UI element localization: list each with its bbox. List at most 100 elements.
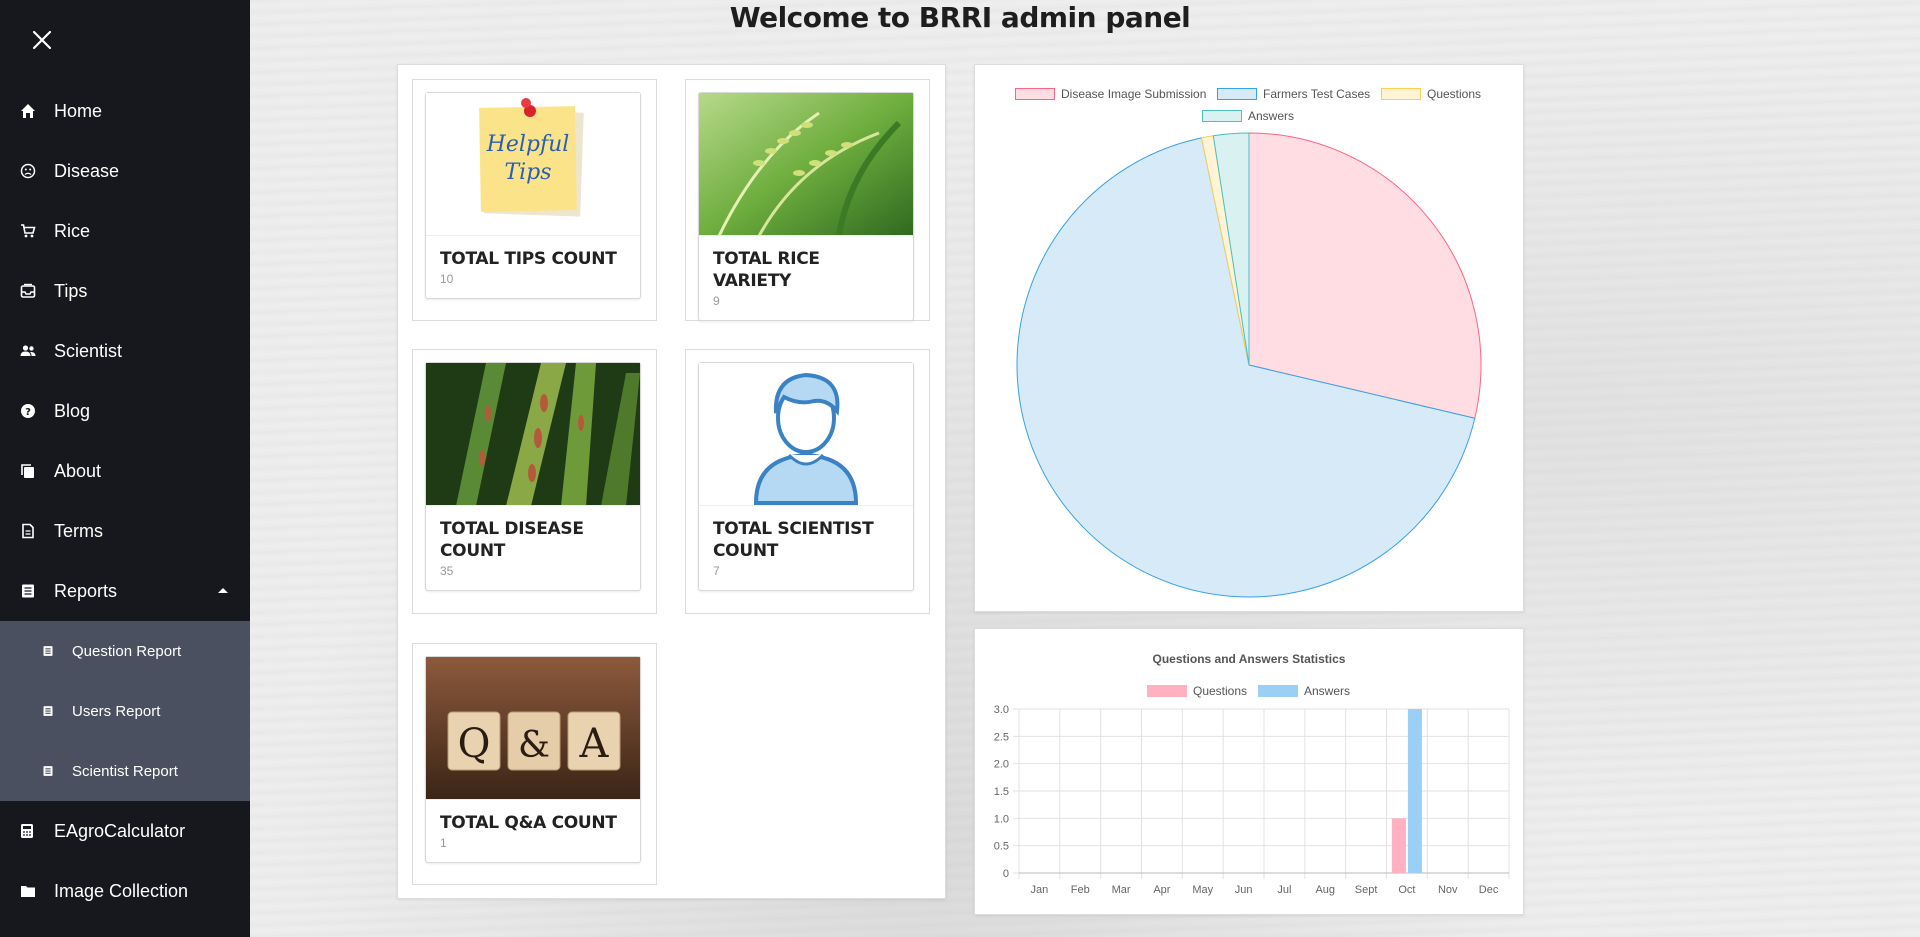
sidebar-item-eagrocalculator[interactable]: EAgroCalculator	[0, 801, 250, 861]
sidebar: Home Disease Rice Tips Scientist ? Blog …	[0, 0, 250, 937]
home-icon	[20, 103, 54, 119]
x-tick-label: Aug	[1315, 884, 1335, 896]
svg-text:Tips: Tips	[504, 160, 551, 185]
sidebar-item-disease[interactable]: Disease	[0, 141, 250, 201]
sidebar-subitem-users-report[interactable]: Users Report	[0, 681, 250, 741]
card-title: TOTAL TIPS COUNT	[440, 249, 617, 269]
sidebar-item-tips[interactable]: Tips	[0, 261, 250, 321]
sidebar-nav: Home Disease Rice Tips Scientist ? Blog …	[0, 81, 250, 921]
page-title: Welcome to BRRI admin panel	[729, 1, 1191, 34]
copy-icon	[20, 463, 54, 479]
sidebar-subitem-question-report[interactable]: Question Report	[0, 621, 250, 681]
card-wrapper: Q & A TOTAL Q&A COUNT 1	[412, 643, 657, 885]
card-value: 35	[440, 564, 454, 578]
sidebar-item-label: Reports	[54, 580, 118, 601]
sidebar-item-label: Disease	[54, 160, 120, 181]
sidebar-item-label: Tips	[54, 280, 88, 301]
x-tick-label: Oct	[1398, 884, 1415, 896]
helpful-tips-image: Helpful Tips	[426, 93, 640, 236]
bar-chart: 0 0.5 1.0 1.5 2.0 2.5 3.0 Jan Feb Mar Apr May Jun Jul…	[994, 704, 1510, 896]
sidebar-item-reports[interactable]: Reports	[0, 561, 250, 621]
q-letter: Q	[458, 721, 491, 767]
x-tick-label: Nov	[1438, 884, 1458, 896]
pie-chart-panel: Disease Image Submission Farmers Test Ca…	[974, 64, 1524, 612]
pie-chart	[1016, 132, 1482, 598]
sidebar-item-home[interactable]: Home	[0, 81, 250, 141]
sidebar-item-label: Image Collection	[54, 880, 189, 901]
report-icon	[20, 583, 54, 599]
inbox-icon	[20, 283, 54, 299]
a-letter: A	[579, 721, 610, 767]
sidebar-item-label: Home	[54, 100, 103, 121]
cart-icon	[20, 223, 54, 239]
sidebar-item-label: Scientist	[54, 340, 123, 361]
disease-count-card[interactable]: TOTAL DISEASE COUNT 35	[425, 362, 641, 591]
svg-text:?: ?	[25, 407, 31, 418]
x-tick-label: Jun	[1235, 884, 1253, 896]
x-tick-label: Sept	[1355, 884, 1378, 896]
sidebar-item-label: Rice	[54, 220, 91, 241]
qa-count-card[interactable]: Q & A TOTAL Q&A COUNT 1	[425, 656, 641, 863]
x-tick-label: Feb	[1071, 884, 1090, 896]
x-tick-label: Jan	[1031, 884, 1049, 896]
people-icon	[20, 344, 54, 358]
calculator-icon	[20, 823, 54, 839]
sidebar-subitem-scientist-report[interactable]: Scientist Report	[0, 741, 250, 801]
sidebar-item-label: About	[54, 460, 102, 481]
rice-disease-image	[426, 363, 640, 506]
x-tick-label: Mar	[1112, 884, 1131, 896]
svg-text:Helpful: Helpful	[486, 132, 570, 157]
user-avatar-image	[699, 363, 913, 506]
sidebar-item-rice[interactable]: Rice	[0, 201, 250, 261]
x-tick-label: Jul	[1277, 884, 1291, 896]
card-value: 1	[440, 836, 447, 850]
sidebar-subitem-label: Scientist Report	[72, 762, 178, 780]
report-icon	[42, 645, 72, 657]
card-title: TOTAL DISEASE COUNT	[440, 519, 584, 561]
sidebar-item-terms[interactable]: Terms	[0, 501, 250, 561]
card-title: TOTAL Q&A COUNT	[440, 813, 617, 833]
card-wrapper: TOTAL SCIENTIST COUNT 7	[685, 349, 930, 614]
card-title: TOTAL RICE VARIETY	[713, 249, 820, 291]
sidebar-item-blog[interactable]: ? Blog	[0, 381, 250, 441]
sidebar-item-image-collection[interactable]: Image Collection	[0, 861, 250, 921]
x-tick-label: Apr	[1153, 884, 1170, 896]
sidebar-item-scientist[interactable]: Scientist	[0, 321, 250, 381]
bar-questions-oct[interactable]	[1391, 818, 1406, 873]
y-tick-label: 2.5	[994, 731, 1009, 743]
qa-blocks-image: Q & A	[426, 657, 640, 800]
rice-plant-image	[699, 93, 913, 236]
card-wrapper: Helpful Tips TOTAL TIPS COUNT 10	[412, 79, 657, 321]
close-icon[interactable]	[28, 26, 56, 54]
report-icon	[42, 765, 72, 777]
y-tick-label: 2.0	[994, 759, 1009, 771]
ampersand-letter: &	[518, 725, 550, 766]
bar-answers-oct[interactable]	[1407, 709, 1422, 873]
y-tick-label: 0	[1003, 868, 1009, 880]
y-tick-label: 3.0	[994, 704, 1009, 716]
sidebar-subitem-label: Users Report	[72, 702, 161, 720]
card-wrapper: TOTAL RICE VARIETY 9	[685, 79, 930, 321]
scientist-count-card[interactable]: TOTAL SCIENTIST COUNT 7	[698, 362, 914, 591]
sidebar-item-about[interactable]: About	[0, 441, 250, 501]
card-value: 9	[713, 294, 720, 308]
report-icon	[42, 705, 72, 717]
x-tick-label: May	[1192, 884, 1213, 896]
y-tick-label: 0.5	[994, 841, 1009, 853]
x-tick-label: Dec	[1479, 884, 1499, 896]
sad-face-icon	[20, 163, 54, 179]
card-title: TOTAL SCIENTIST COUNT	[713, 519, 874, 561]
card-value: 10	[440, 272, 454, 286]
card-value: 7	[713, 564, 720, 578]
folder-icon	[20, 884, 54, 898]
reports-submenu: Question Report Users Report Scientist R…	[0, 621, 250, 801]
card-wrapper: TOTAL DISEASE COUNT 35	[412, 349, 657, 614]
sidebar-subitem-label: Question Report	[72, 642, 182, 660]
sidebar-item-label: EAgroCalculator	[54, 820, 186, 841]
tips-count-card[interactable]: Helpful Tips TOTAL TIPS COUNT 10	[425, 92, 641, 299]
bar-chart-panel: Questions and Answers Statistics Questio…	[974, 628, 1524, 915]
y-tick-label: 1.0	[994, 813, 1009, 825]
sidebar-item-label: Terms	[54, 520, 103, 541]
caret-up-icon	[218, 588, 228, 593]
rice-variety-card[interactable]: TOTAL RICE VARIETY 9	[698, 92, 914, 321]
